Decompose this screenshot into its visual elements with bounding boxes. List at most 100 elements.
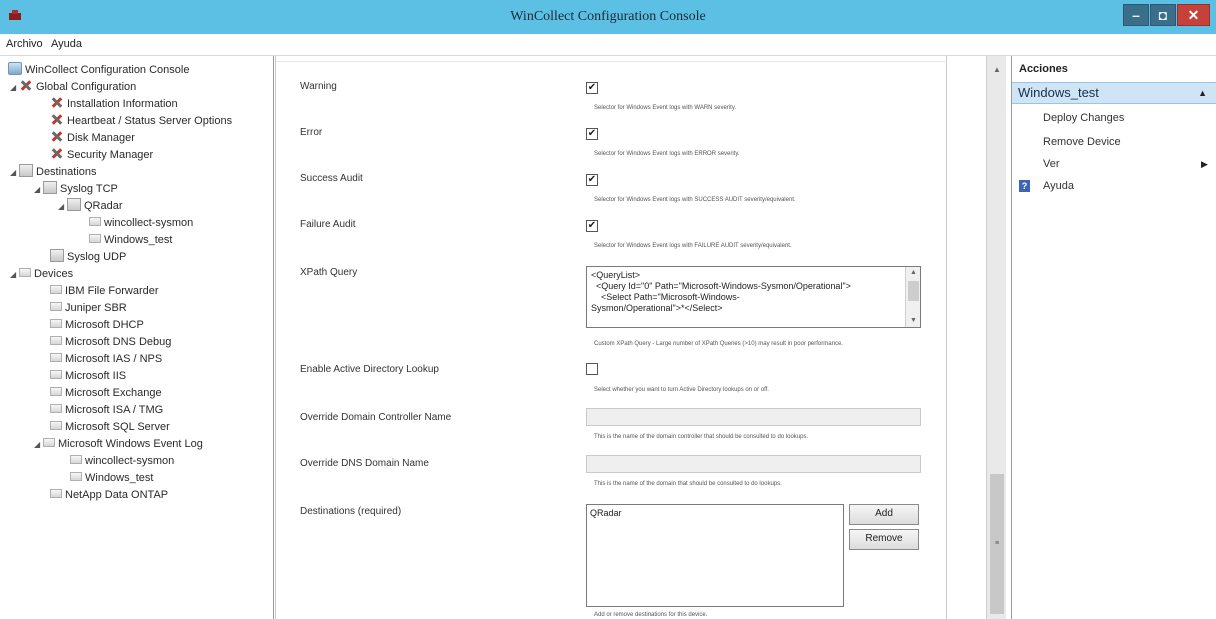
destinations-label: Destinations (required) [300, 506, 402, 517]
menu-ayuda[interactable]: Ayuda [51, 38, 82, 50]
failure-audit-description: Selector for Windows Event logs with FAI… [594, 243, 792, 249]
failure-audit-checkbox[interactable]: ✔ [586, 220, 598, 232]
window-title: WinCollect Configuration Console [510, 9, 706, 24]
actions-pane: Acciones Windows_test ▲ Deploy Changes R… [1011, 56, 1216, 619]
scroll-thumb[interactable] [908, 281, 919, 301]
tree-item-microsoft-iis[interactable]: Microsoft IIS [50, 368, 126, 385]
tools-icon [19, 79, 33, 92]
ver-action[interactable]: Ver ▶ [1043, 158, 1208, 170]
collapse-icon[interactable]: ◢ [34, 181, 43, 198]
tree-item-microsoft-isa-tmg[interactable]: Microsoft ISA / TMG [50, 402, 163, 419]
dns-domain-label: Override DNS Domain Name [300, 458, 429, 469]
warning-checkbox[interactable]: ✔ [586, 82, 598, 94]
dns-domain-description: This is the name of the domain that shou… [594, 481, 782, 487]
dns-domain-input[interactable] [586, 455, 921, 473]
document-icon [19, 268, 31, 277]
tree-item-syslog-tcp[interactable]: ◢ Syslog TCP [34, 181, 118, 198]
document-icon [50, 302, 62, 311]
submenu-arrow-icon: ▶ [1201, 159, 1208, 169]
ad-lookup-checkbox[interactable] [586, 363, 598, 375]
ver-label: Ver [1043, 158, 1060, 170]
tree-item-syslog-udp[interactable]: Syslog UDP [50, 249, 126, 266]
collapse-icon[interactable]: ◢ [34, 436, 43, 453]
minimize-icon[interactable]: – [1123, 4, 1149, 26]
document-icon [89, 234, 101, 243]
tools-icon [50, 113, 64, 126]
scroll-up-icon[interactable]: ▲ [906, 267, 920, 279]
collapse-icon[interactable]: ◢ [58, 198, 67, 215]
xpath-scrollbar[interactable]: ▲ ▼ [905, 267, 920, 327]
xpath-line: Sysmon/Operational">*</Select> [591, 303, 723, 313]
close-icon[interactable]: ✕ [1177, 4, 1210, 26]
tree-item-microsoft-sql-server[interactable]: Microsoft SQL Server [50, 419, 170, 436]
remove-device-action[interactable]: Remove Device [1043, 136, 1121, 148]
top-divider [276, 56, 948, 62]
document-icon [50, 387, 62, 396]
form-scrollbar[interactable]: ▲ ≡ [986, 56, 1006, 619]
menu-archivo[interactable]: Archivo [6, 38, 43, 50]
domain-controller-input[interactable] [586, 408, 921, 426]
actions-header: Acciones [1019, 63, 1068, 75]
tree-item-global-configuration[interactable]: ◢ Global Configuration [10, 79, 136, 96]
tree-item-root[interactable]: WinCollect Configuration Console [8, 62, 189, 79]
ayuda-action[interactable]: Ayuda [1043, 180, 1074, 192]
maximize-icon[interactable]: ◘ [1150, 4, 1176, 26]
collapse-icon[interactable]: ◢ [10, 164, 19, 181]
document-icon [50, 370, 62, 379]
tree-item-security-manager[interactable]: Security Manager [50, 147, 153, 164]
actions-selected-item[interactable]: Windows_test ▲ [1012, 82, 1216, 104]
destination-item[interactable]: QRadar [590, 508, 840, 518]
warning-description: Selector for Windows Event logs with WAR… [594, 105, 737, 111]
tree-item-microsoft-dns-debug[interactable]: Microsoft DNS Debug [50, 334, 171, 351]
xpath-query-description: Custom XPath Query - Large number of XPa… [594, 341, 843, 347]
tree-item-netapp-data-ontap[interactable]: NetApp Data ONTAP [50, 487, 168, 504]
xpath-query-textarea[interactable]: <QueryList> <Query Id="0" Path="Microsof… [586, 266, 921, 328]
collapse-icon[interactable]: ◢ [10, 79, 19, 96]
success-audit-checkbox[interactable]: ✔ [586, 174, 598, 186]
tree-item-heartbeat-status[interactable]: Heartbeat / Status Server Options [50, 113, 232, 130]
scroll-up-icon[interactable]: ▲ [987, 65, 1007, 74]
tree-item-dev-wincollect-sysmon[interactable]: wincollect-sysmon [70, 453, 174, 470]
tree-item-dest-wincollect-sysmon[interactable]: wincollect-sysmon [89, 215, 193, 232]
error-label: Error [300, 127, 323, 138]
tree-item-dest-windows-test[interactable]: Windows_test [89, 232, 172, 249]
document-icon [70, 472, 82, 481]
device-properties-form: Warning ✔ Selector for Windows Event log… [275, 56, 948, 619]
document-icon [50, 489, 62, 498]
scroll-down-icon[interactable]: ▼ [906, 315, 920, 327]
tree-item-microsoft-dhcp[interactable]: Microsoft DHCP [50, 317, 144, 334]
selected-item-label: Windows_test [1018, 85, 1099, 100]
add-button[interactable]: Add [849, 504, 919, 525]
tree-item-disk-manager[interactable]: Disk Manager [50, 130, 135, 147]
success-audit-description: Selector for Windows Event logs with SUC… [594, 197, 796, 203]
tree-item-juniper-sbr[interactable]: Juniper SBR [50, 300, 127, 317]
tree-item-microsoft-windows-event-log[interactable]: ◢ Microsoft Windows Event Log [34, 436, 203, 453]
tree-item-ibm-file-forwarder[interactable]: IBM File Forwarder [50, 283, 159, 300]
tree-item-microsoft-exchange[interactable]: Microsoft Exchange [50, 385, 162, 402]
tree-item-installation-information[interactable]: Installation Information [50, 96, 178, 113]
destinations-description: Add or remove destinations for this devi… [594, 612, 708, 618]
folder-icon [67, 198, 81, 211]
warning-label: Warning [300, 81, 337, 92]
ad-lookup-label: Enable Active Directory Lookup [300, 364, 439, 375]
document-icon [70, 455, 82, 464]
destinations-listbox[interactable]: QRadar [586, 504, 844, 607]
remove-button[interactable]: Remove [849, 529, 919, 550]
ad-lookup-description: Select whether you want to turn Active D… [594, 387, 769, 393]
collapse-up-icon[interactable]: ▲ [1198, 83, 1207, 103]
tree-item-dev-windows-test[interactable]: Windows_test [70, 470, 153, 487]
deploy-changes-action[interactable]: Deploy Changes [1043, 112, 1124, 124]
document-icon [50, 353, 62, 362]
tree-item-destinations[interactable]: ◢ Destinations [10, 164, 97, 181]
tree-item-devices[interactable]: ◢ Devices [10, 266, 73, 283]
error-checkbox[interactable]: ✔ [586, 128, 598, 140]
tree-item-qradar[interactable]: ◢ QRadar [58, 198, 123, 215]
collapse-icon[interactable]: ◢ [10, 266, 19, 283]
domain-controller-description: This is the name of the domain controlle… [594, 434, 809, 440]
folder-icon [43, 181, 57, 194]
form-margin [947, 56, 986, 619]
title-bar: WinCollect Configuration Console – ◘ ✕ [0, 0, 1216, 34]
tools-icon [50, 147, 64, 160]
tree-item-microsoft-ias-nps[interactable]: Microsoft IAS / NPS [50, 351, 162, 368]
menu-bar: Archivo Ayuda [0, 34, 1216, 56]
